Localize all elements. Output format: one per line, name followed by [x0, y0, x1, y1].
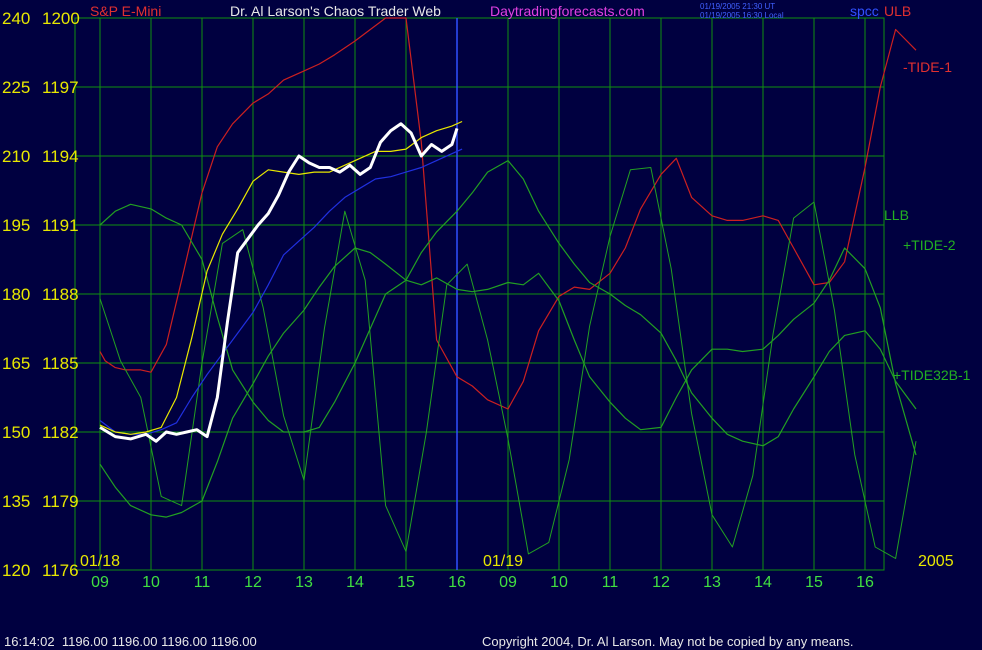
instrument-label: S&P E-Mini — [90, 3, 161, 19]
quote-readout: 16:14:02 1196.00 1196.00 1196.00 1196.00 — [4, 634, 257, 649]
x-tick-label: 11 — [602, 574, 619, 591]
year-label: 2005 — [918, 553, 954, 570]
corner-tag: ULB — [884, 3, 911, 19]
x-tick-label: 15 — [397, 574, 415, 591]
x-tick-label: 09 — [91, 574, 109, 591]
site-url-link[interactable]: Daytradingforecasts.com — [490, 3, 645, 19]
y-tick-inner: 1188 — [42, 285, 79, 304]
y-tick-inner: 1197 — [42, 78, 79, 97]
x-tick-label: 10 — [550, 574, 568, 591]
y-tick-outer: 135 — [2, 492, 30, 511]
x-tick-label: 14 — [754, 574, 772, 591]
time-local: 01/19/2005 16:30 Local — [700, 11, 784, 20]
x-tick-label: 16 — [856, 574, 874, 591]
x-tick-label: 13 — [295, 574, 313, 591]
x-tick-label: 12 — [652, 574, 670, 591]
chaos-trader-chart: 240 1200 225 1197 210 1194 195 1191 180 1188 165 11… — [0, 0, 982, 650]
y-tick-inner: 1191 — [42, 216, 79, 235]
y-tick-inner: 1176 — [42, 561, 79, 580]
y-tick-inner: 1185 — [42, 354, 79, 373]
x-tick-label: 09 — [499, 574, 517, 591]
y-tick-inner: 1182 — [42, 423, 79, 442]
y-tick-outer: 225 — [2, 78, 30, 97]
y-tick-outer: 165 — [2, 354, 30, 373]
y-tick-inner: 1179 — [42, 492, 79, 511]
x-tick-label: 13 — [703, 574, 721, 591]
symbol-label: spcc — [850, 3, 879, 19]
y-tick-inner: 1200 — [42, 9, 80, 28]
curve-label-tide32b: +TIDE32B-1 — [893, 367, 971, 383]
x-tick-label: 10 — [142, 574, 160, 591]
x-tick-label: 14 — [346, 574, 364, 591]
date-label-0118: 01/18 — [80, 553, 120, 570]
x-tick-label: 15 — [805, 574, 823, 591]
x-tick-label: 11 — [194, 574, 211, 591]
y-tick-outer: 180 — [2, 285, 30, 304]
y-tick-outer: 210 — [2, 147, 30, 166]
copyright-notice: Copyright 2004, Dr. Al Larson. May not b… — [482, 634, 853, 649]
date-label-0119: 01/19 — [483, 553, 523, 570]
y-tick-outer: 150 — [2, 423, 30, 442]
y-tick-outer: 120 — [2, 561, 30, 580]
x-tick-label: 16 — [448, 574, 466, 591]
y-tick-outer: 240 — [2, 9, 30, 28]
y-tick-outer: 195 — [2, 216, 30, 235]
time-ut: 01/19/2005 21:30 UT — [700, 2, 775, 11]
x-tick-label: 12 — [244, 574, 262, 591]
y-tick-inner: 1194 — [42, 147, 79, 166]
curve-label-tide1: -TIDE-1 — [903, 59, 952, 75]
curve-label-tide2: +TIDE-2 — [903, 237, 956, 253]
curve-label-llb: LLB — [884, 207, 909, 223]
site-title: Dr. Al Larson's Chaos Trader Web — [230, 3, 441, 19]
